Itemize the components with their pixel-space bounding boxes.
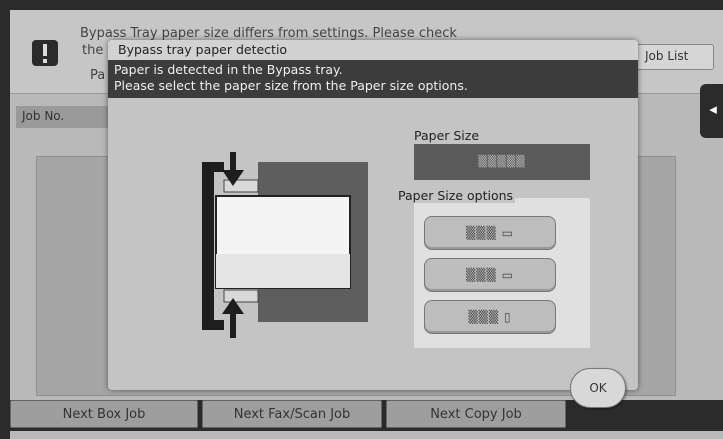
- next-copy-job-button[interactable]: Next Copy Job: [386, 400, 566, 428]
- dialog-message-line2: Please select the paper size from the Pa…: [114, 78, 468, 93]
- dialog-title: Bypass tray paper detectio: [108, 40, 638, 60]
- paper-size-option-2[interactable]: ▒▒▒ ▭: [424, 258, 556, 292]
- dialog-message: Paper is detected in the Bypass tray. Pl…: [108, 60, 638, 98]
- job-list-button[interactable]: Job List: [634, 44, 714, 70]
- paper-size-options-panel: ▒▒▒ ▭ ▒▒▒ ▭ ▒▒▒ ▯: [414, 198, 590, 348]
- warning-text: Bypass Tray paper size differs from sett…: [80, 26, 457, 41]
- side-panel-tab[interactable]: ◂: [700, 84, 723, 138]
- warning-text-fragment: the: [82, 43, 104, 58]
- paper-size-value: ▒▒▒▒▒: [414, 144, 590, 180]
- ok-button[interactable]: OK: [570, 368, 626, 408]
- paper-size-label: Paper Size: [414, 128, 480, 143]
- warning-icon: [32, 40, 58, 66]
- paper-size-option-3[interactable]: ▒▒▒ ▯: [424, 300, 556, 334]
- next-fax-scan-job-button[interactable]: Next Fax/Scan Job: [202, 400, 382, 428]
- paper-size-option-1[interactable]: ▒▒▒ ▭: [424, 216, 556, 250]
- bypass-tray-dialog: Bypass tray paper detectio Paper is dete…: [108, 40, 638, 390]
- warning-text-fragment-2: Pa: [90, 68, 106, 83]
- next-box-job-button[interactable]: Next Box Job: [10, 400, 198, 428]
- dialog-message-line1: Paper is detected in the Bypass tray.: [114, 62, 343, 77]
- paper-size-options-label: Paper Size options: [396, 188, 516, 203]
